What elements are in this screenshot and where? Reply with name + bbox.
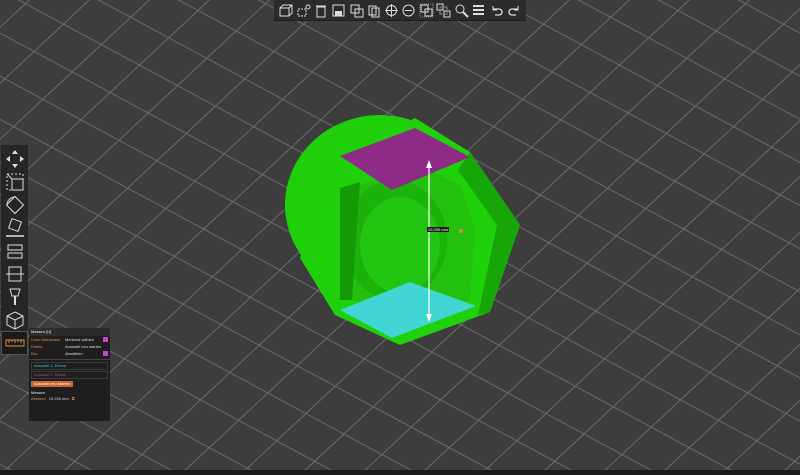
grid-line (577, 0, 800, 120)
group-button[interactable] (419, 3, 434, 18)
3d-viewport[interactable] (0, 0, 800, 475)
hint-key: Linke Maustaste (31, 337, 61, 342)
measurement-label: 19,250 mm (427, 227, 450, 232)
color-swatch (103, 337, 108, 342)
rotate-icon (5, 195, 24, 215)
zoom-icon (455, 4, 469, 18)
lay-flat-icon (5, 217, 24, 237)
hint-value: Merkmal wählen (65, 337, 95, 342)
add-multiple-button[interactable] (296, 3, 311, 18)
minus-circle-button[interactable] (401, 3, 416, 18)
crosshair-icon (384, 3, 398, 17)
copy-icon (368, 5, 380, 17)
distance-row: Abstand 19,250 mm ⧉ (29, 396, 110, 401)
hint-key: Delete (31, 344, 43, 349)
rotate-tool[interactable] (1, 193, 28, 217)
save-icon (332, 4, 345, 16)
support-tool[interactable] (1, 285, 28, 309)
measure-panel-title: Messen [U] (29, 328, 110, 336)
ungroup-icon (436, 3, 451, 17)
distance-key: Abstand (31, 396, 46, 401)
restart-selection-button[interactable]: Auswahl neu starten (31, 381, 73, 387)
zoom-button[interactable] (454, 3, 469, 18)
layers-button[interactable] (471, 3, 486, 18)
crosshair-button[interactable] (384, 3, 399, 18)
measure-hint-row: Esc Abwählen (29, 350, 110, 357)
group-icon (419, 3, 434, 17)
add-cube-icon (279, 4, 293, 16)
distance-value: 19,250 mm (48, 396, 69, 401)
ungroup-button[interactable] (436, 3, 451, 18)
cube-view-tool[interactable] (1, 308, 28, 332)
taskbar (0, 470, 800, 475)
grid-line (737, 0, 800, 34)
measure-hint-row: Linke Maustaste Merkmal wählen (29, 336, 110, 343)
move-tool[interactable] (1, 147, 28, 171)
hint-value: Auswahl neu starten (65, 344, 102, 349)
color-swatch (103, 351, 108, 356)
ruler-icon (5, 339, 24, 347)
grid-line (719, 399, 800, 475)
3d-model[interactable] (285, 115, 520, 345)
delete-button[interactable] (313, 3, 328, 18)
add-cube-button[interactable] (278, 3, 293, 18)
undo-button[interactable] (489, 3, 504, 18)
grid-line (539, 231, 800, 475)
divider (29, 359, 110, 360)
grid-line (657, 0, 800, 77)
measure-panel: Messen [U] Linke Maustaste Merkmal wählen… (29, 328, 110, 421)
redo-icon (508, 5, 519, 16)
minus-circle-icon (402, 4, 415, 16)
selection-2: Auswahl 2: Ebene (31, 371, 108, 379)
cut-icon (5, 266, 24, 282)
left-toolbar (1, 145, 28, 355)
scale-tool[interactable] (1, 170, 28, 194)
ruler-tool[interactable] (1, 331, 28, 355)
lay-flat-tool[interactable] (1, 216, 28, 240)
add-multiple-icon (297, 4, 311, 16)
support-icon (8, 288, 21, 305)
hint-key: Esc (31, 351, 38, 356)
layers-icon (473, 4, 485, 15)
top-toolbar (274, 0, 526, 21)
mirror-icon (7, 244, 22, 259)
measure-section-title: Messen (31, 390, 46, 395)
mirror-tool[interactable] (1, 239, 28, 263)
delete-icon (316, 5, 327, 17)
scale-icon (6, 173, 23, 191)
hint-value: Abwählen (65, 351, 83, 356)
duplicate-button[interactable] (349, 3, 364, 18)
copy-icon[interactable]: ⧉ (72, 396, 75, 401)
redo-button[interactable] (507, 3, 522, 18)
cut-tool[interactable] (1, 262, 28, 286)
move-icon (5, 150, 24, 168)
duplicate-icon (350, 4, 364, 17)
measure-hint-row: Delete Auswahl neu starten (29, 343, 110, 350)
cube-view-icon (6, 311, 23, 330)
undo-icon (492, 5, 503, 16)
selection-1: Auswahl 1: Ebene (31, 362, 108, 370)
save-button[interactable] (331, 3, 346, 18)
copy-button[interactable] (366, 3, 381, 18)
